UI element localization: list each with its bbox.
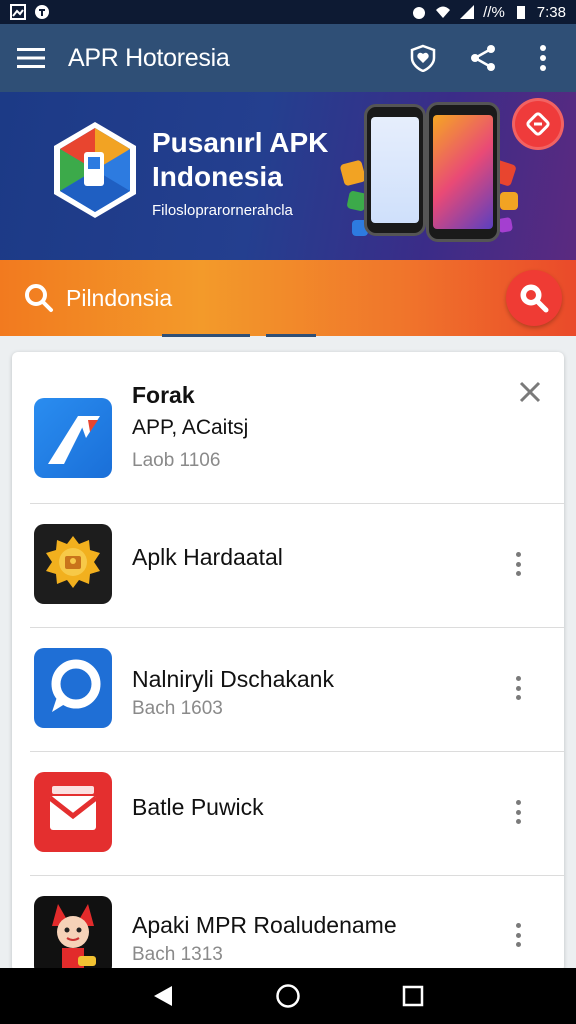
overflow-menu-button[interactable] xyxy=(528,43,558,73)
app-title: Batle Puwick xyxy=(132,794,264,820)
character-avatar-icon xyxy=(52,904,96,968)
chat-bubble-icon xyxy=(51,659,101,712)
app-title: Nalniryli Dschakank xyxy=(132,666,334,692)
search-icon xyxy=(25,284,53,312)
app-title: Forak xyxy=(132,382,195,408)
app-meta: Laob 1106 xyxy=(132,450,221,471)
app-title: APR Hotoresia xyxy=(68,43,230,72)
battery-icon xyxy=(516,6,525,19)
app-subtitle: APP, ACaitsj xyxy=(132,416,249,439)
gear-badge-icon xyxy=(46,536,100,588)
banner-subtitle: Filosloprarornerahcla xyxy=(152,202,293,219)
share-icon xyxy=(471,45,495,71)
recents-square-icon xyxy=(403,985,424,1007)
list-item[interactable]: Aplk Hardaatal xyxy=(12,504,564,628)
search-input[interactable]: Pilndonsia xyxy=(66,285,506,312)
home-button[interactable] xyxy=(268,976,308,1016)
app-title: Aplk Hardaatal xyxy=(132,544,283,570)
app-icon xyxy=(34,648,112,728)
wifi-icon xyxy=(436,6,451,18)
system-nav-bar xyxy=(0,968,576,1024)
search-bar[interactable]: Pilndonsia xyxy=(0,260,576,336)
arrow-logo-icon xyxy=(48,416,100,464)
search-submit-button[interactable] xyxy=(506,270,562,326)
app-icon xyxy=(34,896,112,972)
phone-mockup-left xyxy=(364,104,426,236)
app-bar: APR Hotoresia xyxy=(0,24,576,92)
app-icon xyxy=(34,772,112,852)
back-button[interactable] xyxy=(143,976,183,1016)
list-item[interactable]: Apaki MPR Roaludename Bach 1313 xyxy=(12,876,564,972)
more-options-button[interactable] xyxy=(508,797,528,827)
status-time: 7:38 xyxy=(536,3,566,21)
heart-shield-icon xyxy=(410,44,436,72)
search-icon xyxy=(520,284,549,313)
app-meta: Bach 1313 xyxy=(132,944,223,965)
list-item[interactable]: Batle Puwick xyxy=(12,752,564,876)
list-item[interactable]: Forak APP, ACaitsj Laob 1106 xyxy=(12,352,564,504)
banner-title: Pusanırl APK Indonesia xyxy=(152,127,329,192)
recents-button[interactable] xyxy=(393,976,433,1016)
app-notification-icon xyxy=(35,5,49,19)
brand-logo xyxy=(54,122,136,218)
app-icon xyxy=(34,398,112,478)
gallery-notification-icon xyxy=(10,4,26,20)
tab-indicators xyxy=(0,334,576,338)
favorite-button[interactable] xyxy=(408,43,438,73)
app-icon xyxy=(34,524,112,604)
menu-button[interactable] xyxy=(16,43,46,73)
alarm-icon xyxy=(413,7,426,19)
app-meta: Bach 1603 xyxy=(132,698,223,719)
tag-icon xyxy=(526,112,550,136)
app-title: Apaki MPR Roaludename xyxy=(132,912,397,938)
app-list-card: Forak APP, ACaitsj Laob 1106 Aplk Hardaa… xyxy=(12,352,564,972)
signal-icon xyxy=(460,5,475,19)
tab-indicator-1 xyxy=(162,334,250,337)
more-vert-icon xyxy=(540,45,546,71)
status-bar: //% 7:38 xyxy=(0,0,576,24)
back-triangle-icon xyxy=(153,986,172,1006)
tab-indicator-2 xyxy=(266,334,316,337)
list-item[interactable]: Nalniryli Dschakank Bach 1603 xyxy=(12,628,564,752)
promo-banner[interactable]: Pusanırl APK Indonesia Filosloprarornera… xyxy=(0,92,576,260)
close-icon[interactable] xyxy=(516,378,544,406)
battery-percent: //% xyxy=(483,3,505,21)
mail-icon xyxy=(48,786,98,830)
share-button[interactable] xyxy=(468,43,498,73)
more-options-button[interactable] xyxy=(508,549,528,579)
home-circle-icon xyxy=(276,984,300,1008)
more-options-button[interactable] xyxy=(508,920,528,950)
more-options-button[interactable] xyxy=(508,673,528,703)
menu-icon xyxy=(17,48,45,68)
phone-mockup-right xyxy=(426,102,500,242)
promo-badge xyxy=(512,98,564,150)
